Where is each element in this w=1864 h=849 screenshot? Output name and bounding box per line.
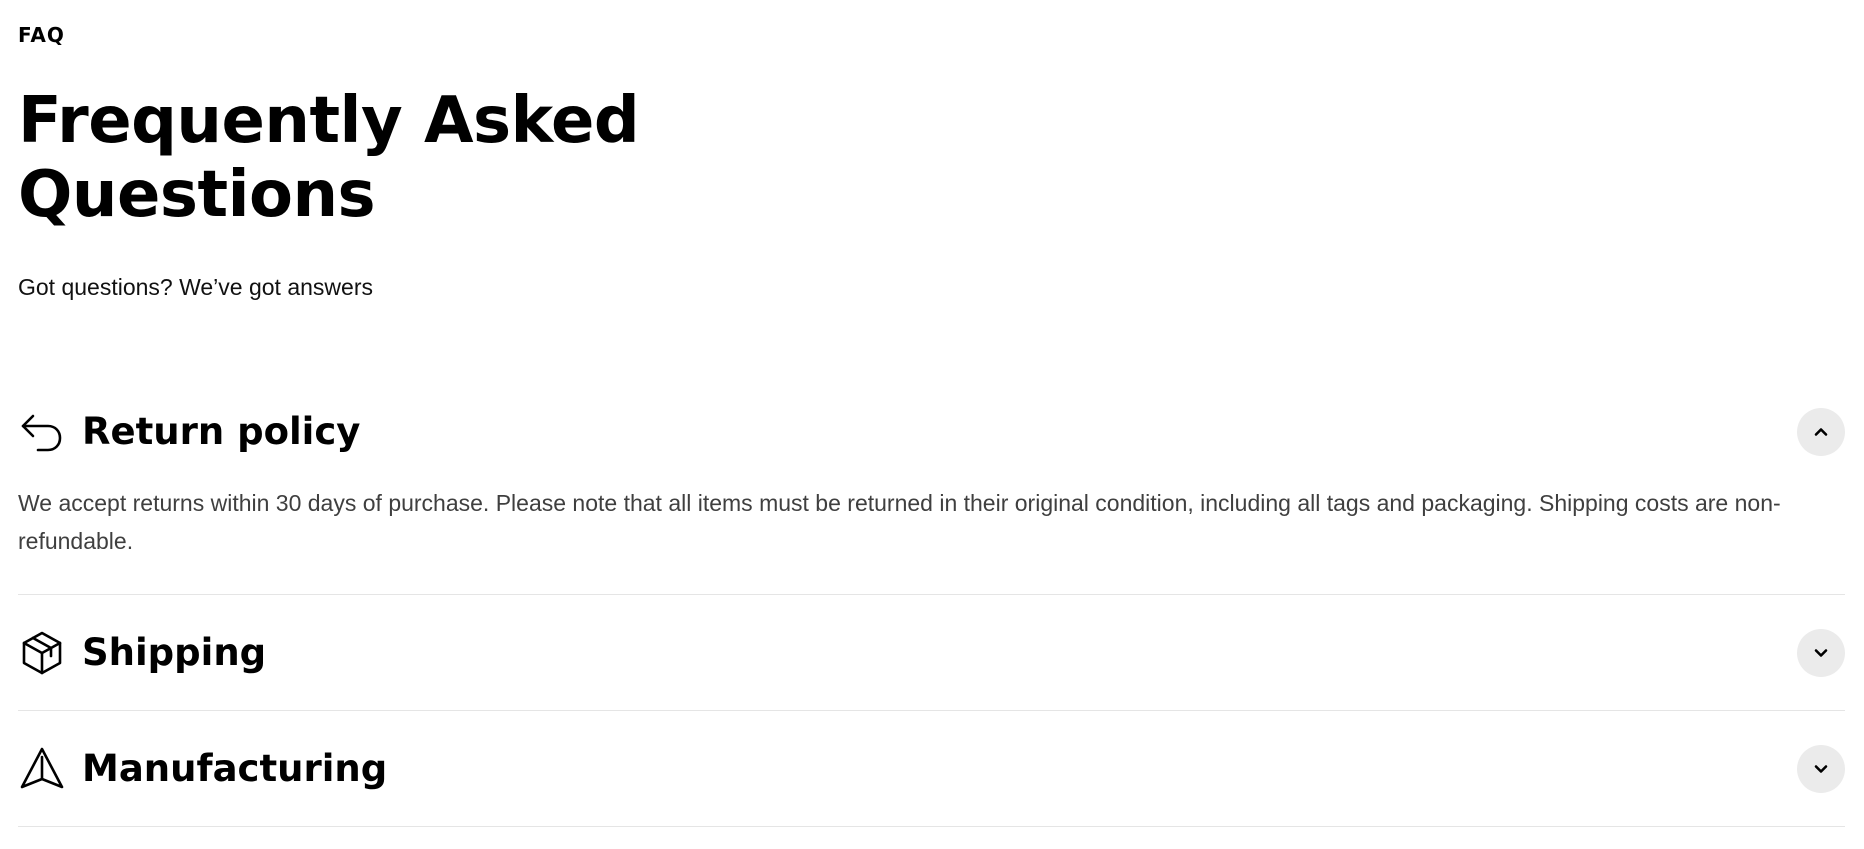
faq-item-manufacturing: Manufacturing xyxy=(18,711,1845,827)
package-box-icon xyxy=(18,629,66,677)
chevron-down-icon xyxy=(1814,764,1828,773)
chevron-up-icon xyxy=(1814,428,1828,436)
faq-header-manufacturing[interactable]: Manufacturing xyxy=(18,711,1845,826)
page-title: Frequently Asked Questions xyxy=(18,84,640,232)
faq-item-shipping: Shipping xyxy=(18,595,1845,711)
faq-title: Shipping xyxy=(82,630,267,674)
expand-toggle-button[interactable] xyxy=(1797,628,1845,677)
return-arrow-icon xyxy=(18,408,66,456)
faq-item-return-policy: Return policy We accept returns within 3… xyxy=(18,394,1845,595)
navigation-arrow-icon xyxy=(18,745,66,793)
expand-toggle-button[interactable] xyxy=(1797,744,1845,793)
eyebrow-label: FAQ xyxy=(18,23,65,47)
faq-answer: We accept returns within 30 days of purc… xyxy=(18,490,1781,554)
collapse-toggle-button[interactable] xyxy=(1797,408,1845,456)
faq-header-return-policy[interactable]: Return policy xyxy=(18,394,1845,470)
faq-header-shipping[interactable]: Shipping xyxy=(18,595,1845,710)
page-subtitle: Got questions? We’ve got answers xyxy=(18,274,373,300)
faq-title: Manufacturing xyxy=(82,746,388,790)
chevron-down-icon xyxy=(1814,648,1828,657)
faq-list: Return policy We accept returns within 3… xyxy=(18,394,1845,827)
faq-title: Return policy xyxy=(82,410,361,453)
